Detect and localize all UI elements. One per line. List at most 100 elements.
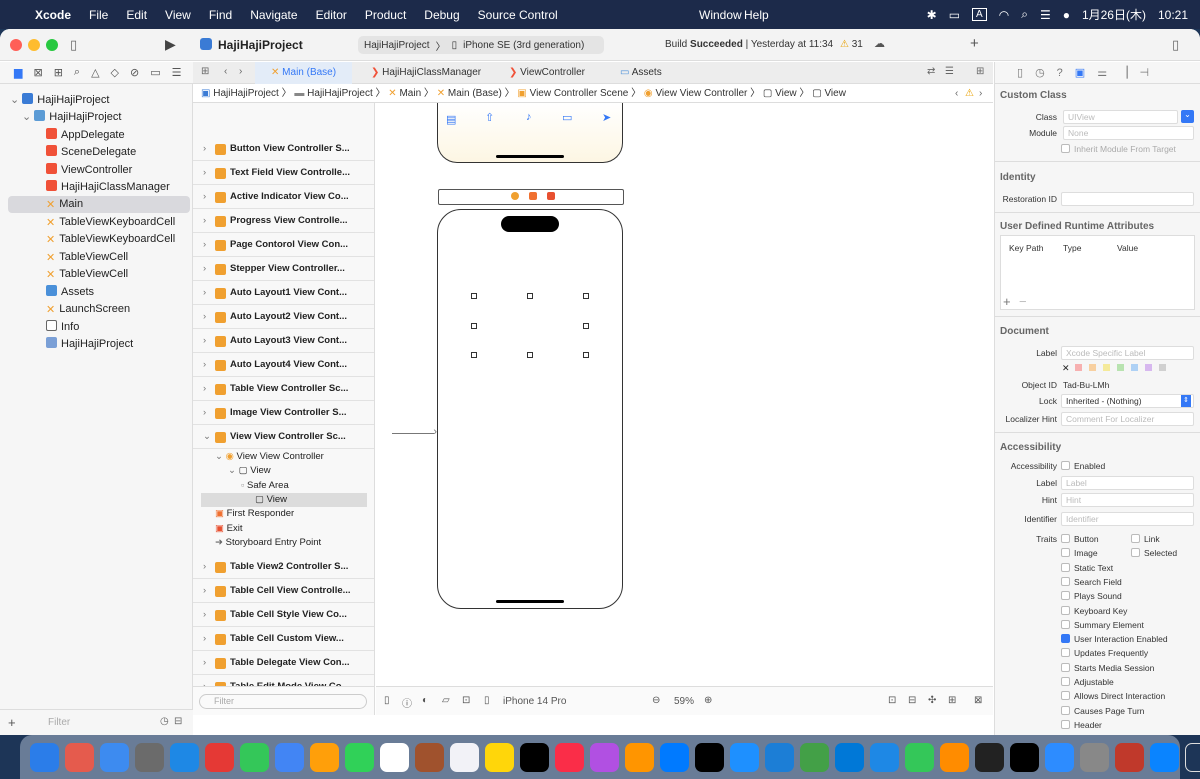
outline-scene[interactable]: › Stepper View Controller... xyxy=(193,257,374,281)
lock-select[interactable]: Inherited - (Nothing) ⇕ xyxy=(1061,394,1194,408)
connections-inspector-icon[interactable]: ⊣ xyxy=(1140,66,1150,79)
resize-handle[interactable] xyxy=(527,352,533,358)
resize-handle[interactable] xyxy=(471,293,477,299)
trait-checkbox[interactable] xyxy=(1131,548,1140,558)
chevron-right-icon[interactable]: › xyxy=(203,377,206,401)
nav-item[interactable]: ⌄ HajiHajiProject xyxy=(22,109,121,126)
trait-checkbox[interactable] xyxy=(1061,591,1070,601)
outline-scene[interactable]: › Image View Controller S... xyxy=(193,401,374,425)
nav-item[interactable]: Assets xyxy=(46,284,94,301)
color-swatch[interactable] xyxy=(1103,364,1110,371)
minimize-button[interactable] xyxy=(28,39,40,51)
test-icon[interactable]: ◇ xyxy=(111,66,119,79)
outline-scene[interactable]: › Table Cell Custom View... xyxy=(193,627,374,652)
view-controller-icon[interactable] xyxy=(511,192,519,200)
navigator-filter-input[interactable]: Filter xyxy=(24,716,154,730)
chevron-right-icon[interactable]: › xyxy=(203,209,206,233)
attributes-inspector-icon[interactable]: ⚌ xyxy=(1097,66,1107,79)
menu-help[interactable]: Help xyxy=(744,8,769,22)
kotoeri-icon[interactable] xyxy=(1115,742,1144,772)
trait-checkbox[interactable] xyxy=(1061,719,1070,729)
outline-node[interactable]: ▣ First Responder xyxy=(215,507,294,521)
zoom-in-icon[interactable]: ⊕ xyxy=(704,695,712,706)
jump-item[interactable]: ▢ View xyxy=(812,88,846,99)
orientation-icon[interactable]: ▱ xyxy=(442,695,450,706)
jump-item[interactable]: ✕ Main (Base) xyxy=(437,88,502,99)
chevron-right-icon[interactable]: › xyxy=(203,401,206,425)
vscode-icon[interactable] xyxy=(835,742,864,772)
chevron-down-icon[interactable]: ⌄ xyxy=(1181,110,1194,123)
trait-checkbox[interactable] xyxy=(1061,662,1070,672)
entry-point-arrow[interactable]: › xyxy=(392,426,437,438)
scheme-name[interactable]: HajiHajiProject xyxy=(364,40,430,51)
mail-icon[interactable] xyxy=(100,742,129,772)
class-field[interactable]: UIView xyxy=(1063,110,1178,124)
color-swatch[interactable] xyxy=(1089,364,1096,371)
run-icon[interactable]: ▶ xyxy=(165,36,176,53)
chevron-right-icon[interactable]: › xyxy=(203,281,206,305)
acc-hint-field[interactable]: Hint xyxy=(1061,493,1194,507)
chevron-right-icon[interactable]: › xyxy=(203,185,206,209)
dictionary-icon[interactable] xyxy=(1080,742,1109,772)
outline-node[interactable]: ▫ Safe Area xyxy=(241,479,289,493)
menu-app[interactable]: Xcode xyxy=(35,8,71,22)
nav-item[interactable]: ⌄ HajiHajiProject xyxy=(10,92,109,109)
outline-node[interactable]: ▣ Exit xyxy=(215,522,242,536)
trait-checkbox[interactable] xyxy=(1061,534,1070,543)
acc-identifier-field[interactable]: Identifier xyxy=(1061,512,1194,526)
nav-item[interactable]: ✕ TableViewCell xyxy=(46,266,128,283)
folder-icon[interactable]: ▆ xyxy=(14,66,22,79)
align-icon[interactable]: ✣ xyxy=(928,695,936,706)
acc-enabled-checkbox[interactable] xyxy=(1061,461,1070,470)
safari-icon[interactable] xyxy=(170,742,199,772)
outline-scene[interactable]: › Text Field View Controlle... xyxy=(193,161,374,185)
info-icon[interactable]: ⓘ xyxy=(402,695,412,710)
numbers-icon[interactable] xyxy=(905,742,934,772)
outline-filter-input[interactable]: Filter xyxy=(199,694,367,709)
menu-time[interactable]: 10:21 xyxy=(1158,8,1188,22)
chevron-right-icon[interactable]: › xyxy=(203,555,206,579)
trait-checkbox[interactable] xyxy=(1061,691,1070,701)
outline-node[interactable]: ⌄ ◉ View View Controller xyxy=(215,450,324,464)
run-destination[interactable]: iPhone SE (3rd generation) xyxy=(463,40,584,51)
remove-icon[interactable]: − xyxy=(1019,294,1027,309)
tab-main[interactable]: ✕ Main (Base) xyxy=(255,62,352,84)
issue-icon[interactable]: △ xyxy=(91,66,99,79)
menu-source-control[interactable]: Source Control xyxy=(478,8,558,22)
chevron-right-icon[interactable]: › xyxy=(203,353,206,377)
trait-checkbox[interactable] xyxy=(1061,619,1070,629)
chevron-down-icon[interactable]: ⌄ xyxy=(203,425,211,449)
appearance-icon[interactable]: ◐ xyxy=(422,695,428,706)
runtime-attributes-table[interactable]: Key Path Type Value + − xyxy=(1000,235,1195,310)
nav-item[interactable]: ViewController xyxy=(46,162,132,179)
first-responder-icon[interactable] xyxy=(529,192,537,200)
outline-scene[interactable]: › Progress View Controlle... xyxy=(193,209,374,233)
zoom-icon[interactable] xyxy=(1045,742,1074,772)
split-icon[interactable]: ⊞ xyxy=(976,66,984,77)
messages-icon[interactable] xyxy=(240,742,269,772)
trait-checkbox[interactable] xyxy=(1061,634,1070,644)
restoration-field[interactable] xyxy=(1061,192,1194,206)
photos-icon[interactable] xyxy=(310,742,339,772)
col-type[interactable]: Type xyxy=(1063,243,1081,253)
nav-item[interactable]: SceneDelegate xyxy=(46,144,136,161)
scene-preview-top[interactable]: ▤ ⇧ ♪ ▭ ➤ xyxy=(437,103,623,163)
add-icon[interactable]: + xyxy=(970,35,979,52)
outline-scene[interactable]: › Button View Controller S... xyxy=(193,137,374,161)
menu-navigate[interactable]: Navigate xyxy=(250,8,297,22)
device-selector[interactable]: iPhone 14 Pro xyxy=(503,696,566,707)
nav-item[interactable]: Info xyxy=(46,319,79,336)
size-inspector-icon[interactable]: ▕ xyxy=(1119,66,1127,79)
swap-icon[interactable]: ⇄ xyxy=(927,66,935,77)
localizer-hint-field[interactable]: Comment For Localizer xyxy=(1061,412,1194,426)
xcode-icon[interactable] xyxy=(660,742,689,772)
color-swatch[interactable] xyxy=(1131,364,1138,371)
source-control-icon[interactable]: ⊠ xyxy=(33,66,42,79)
color-swatch[interactable] xyxy=(1117,364,1124,371)
resize-handle[interactable] xyxy=(471,323,477,329)
calendar-icon[interactable] xyxy=(380,742,409,772)
chevron-right-icon[interactable]: › xyxy=(203,651,206,675)
keynote-icon[interactable] xyxy=(870,742,899,772)
find-icon[interactable]: ⌕ xyxy=(74,66,80,79)
warning-icon[interactable]: ⚠ xyxy=(965,84,974,103)
